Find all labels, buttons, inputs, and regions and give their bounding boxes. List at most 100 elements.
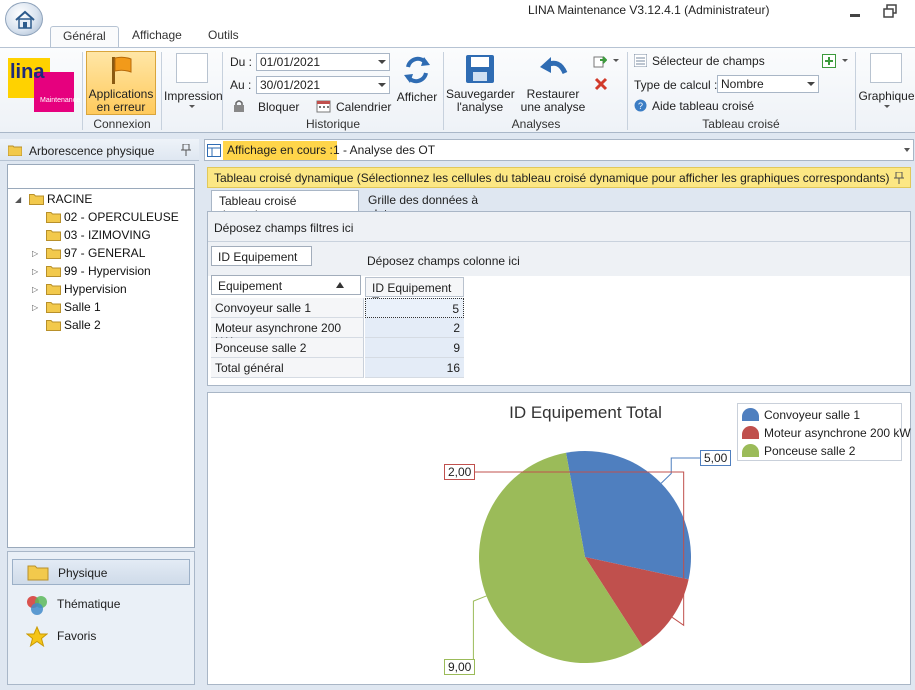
window-title: LINA Maintenance V3.12.4.1 (Administrate… [528, 3, 770, 17]
pivot-cell[interactable]: 5 [365, 298, 464, 318]
legend-label: Moteur asynchrone 200 kW [764, 426, 911, 440]
expand-icon[interactable]: ▷ [32, 249, 38, 258]
chevron-down-icon[interactable] [904, 148, 910, 152]
aide-tableau-croise-button[interactable]: ? Aide tableau croisé [634, 99, 784, 115]
tab-outils[interactable]: Outils [196, 26, 251, 48]
pivot-row-header[interactable]: Convoyeur salle 1 [211, 298, 364, 318]
restore-icon[interactable] [882, 3, 898, 19]
tree-item[interactable]: Salle 2 [46, 318, 101, 334]
lina-logo: lina Maintenance [8, 54, 80, 112]
legend-swatch [742, 426, 759, 439]
afficher-label: Afficher [396, 90, 438, 104]
nav-physique-label: Physique [58, 566, 108, 580]
pivot-row-header[interactable]: Moteur asynchrone 200 kW [211, 318, 364, 349]
type-calcul-select[interactable]: Nombre [717, 75, 819, 93]
tab-general[interactable]: Général [50, 26, 119, 48]
tab-tableau-croise[interactable]: Tableau croisé dynamique [211, 190, 359, 222]
refresh-icon [404, 56, 430, 84]
nav-favoris[interactable]: Favoris [12, 623, 190, 649]
impression-button[interactable]: Impression [164, 51, 223, 115]
nav-thematique[interactable]: Thématique [12, 591, 190, 617]
restaurer-analyse-button[interactable]: Restaurer une analyse [518, 51, 588, 115]
legend-swatch [742, 408, 759, 421]
tree-item[interactable]: ▷ 97 - GENERAL [32, 246, 146, 262]
export-icon[interactable] [593, 54, 607, 68]
tree-item[interactable]: ▷ 99 - Hypervision [32, 264, 151, 280]
tree-item[interactable]: ◢ RACINE [15, 192, 92, 208]
pivot-cell[interactable]: 16 [365, 358, 464, 378]
pivot-banner-text: Tableau croisé dynamique (Sélectionnez l… [214, 171, 890, 185]
tree-item[interactable]: ▷ Hypervision [32, 282, 127, 298]
chevron-down-icon [378, 60, 386, 64]
date-du-field[interactable]: 01/01/2021 [256, 53, 390, 71]
folder-icon [8, 145, 22, 156]
pivot-cell[interactable]: 2 [365, 318, 464, 338]
separator [627, 52, 628, 130]
collapse-icon[interactable]: ◢ [15, 195, 21, 204]
pivot-cell[interactable]: 9 [365, 338, 464, 358]
pivot-row-header[interactable]: Total général [211, 358, 364, 378]
applications-en-erreur-button[interactable]: Applications en erreur [86, 51, 156, 115]
tree-item[interactable]: 02 - OPERCULEUSE [46, 210, 179, 226]
expand-icon[interactable]: ▷ [32, 285, 38, 294]
bloquer-button[interactable]: Bloquer [232, 99, 302, 115]
aide-label: Aide tableau croisé [652, 99, 755, 113]
affichage-selector[interactable]: Affichage en cours : 1 - Analyse des OT [204, 139, 914, 161]
nav-physique[interactable]: Physique [12, 559, 190, 585]
lock-icon [234, 100, 244, 112]
separator [222, 52, 223, 130]
data-area: ID Equipement Déposez champs colonne ici [208, 242, 910, 276]
pivot-banner: Tableau croisé dynamique (Sélectionnez l… [207, 167, 911, 188]
column-drop-text[interactable]: Déposez champs colonne ici [367, 254, 520, 268]
afficher-button[interactable]: Afficher [394, 51, 440, 104]
date-au-field[interactable]: 30/01/2021 [256, 76, 390, 94]
group-connexion-label: Connexion [93, 117, 151, 131]
undo-icon [540, 57, 568, 75]
data-field-button[interactable]: ID Equipement [211, 246, 312, 266]
filter-drop-area[interactable]: Déposez champs filtres ici [208, 212, 910, 242]
application-menu-button[interactable] [5, 2, 43, 36]
expand-icon[interactable]: ▷ [32, 267, 38, 276]
folder-icon [46, 320, 61, 331]
separator [443, 52, 444, 130]
value-column-header[interactable]: ID Equipement T... [365, 277, 464, 309]
tree-item[interactable]: ▷ Salle 1 [32, 300, 101, 316]
data-label: 2,00 [444, 464, 476, 480]
expand-icon[interactable]: ▷ [32, 303, 38, 312]
tab-grille-donnees[interactable]: Grille des données à plat [361, 190, 501, 221]
pin-icon[interactable] [894, 172, 904, 184]
tab-affichage[interactable]: Affichage [120, 26, 194, 48]
thematic-icon [27, 596, 47, 615]
minimize-icon[interactable] [848, 6, 862, 18]
du-label: Du : [230, 55, 253, 69]
chart-panel: ID Equipement Total Convoyeur salle 1 Mot… [207, 392, 911, 685]
tree-item[interactable]: 03 - IZIMOVING [46, 228, 151, 244]
data-label: 5,00 [700, 450, 732, 466]
grid-icon [207, 144, 221, 157]
add-chart-icon[interactable] [822, 54, 836, 68]
ribbon: lina Maintenance Applications en erreur … [0, 47, 915, 133]
date-du-value: 01/01/2021 [260, 55, 321, 69]
calendrier-button[interactable]: Calendrier [316, 99, 391, 115]
pin-icon[interactable] [181, 144, 191, 156]
help-icon: ? [634, 99, 647, 112]
dropdown-arrow-icon[interactable] [842, 59, 848, 62]
folder-icon [46, 248, 61, 259]
graphique-button[interactable]: Graphique [858, 51, 915, 115]
row-field-button[interactable]: Equipement [211, 275, 361, 295]
legend-item: Convoyeur salle 1 [742, 408, 860, 426]
tree-item-label: 02 - OPERCULEUSE [64, 210, 179, 224]
date-au-value: 30/01/2021 [260, 78, 321, 92]
pivot-row-header[interactable]: Ponceuse salle 2 [211, 338, 364, 358]
folder-icon [27, 565, 49, 581]
delete-icon[interactable] [594, 77, 608, 91]
selecteur-champs-button[interactable]: Sélecteur de champs [634, 54, 784, 70]
tree-item-label: 97 - GENERAL [64, 246, 146, 260]
chart-icon [870, 53, 902, 83]
dropdown-arrow-icon[interactable] [613, 59, 619, 62]
title-bar: LINA Maintenance V3.12.4.1 (Administrate… [0, 0, 915, 22]
legend-swatch [742, 444, 759, 457]
sauvegarder-analyse-button[interactable]: Sauvegarder l'analyse [446, 51, 515, 115]
tree-search-input[interactable] [8, 165, 194, 189]
left-pane-header: Arborescence physique [0, 139, 199, 161]
